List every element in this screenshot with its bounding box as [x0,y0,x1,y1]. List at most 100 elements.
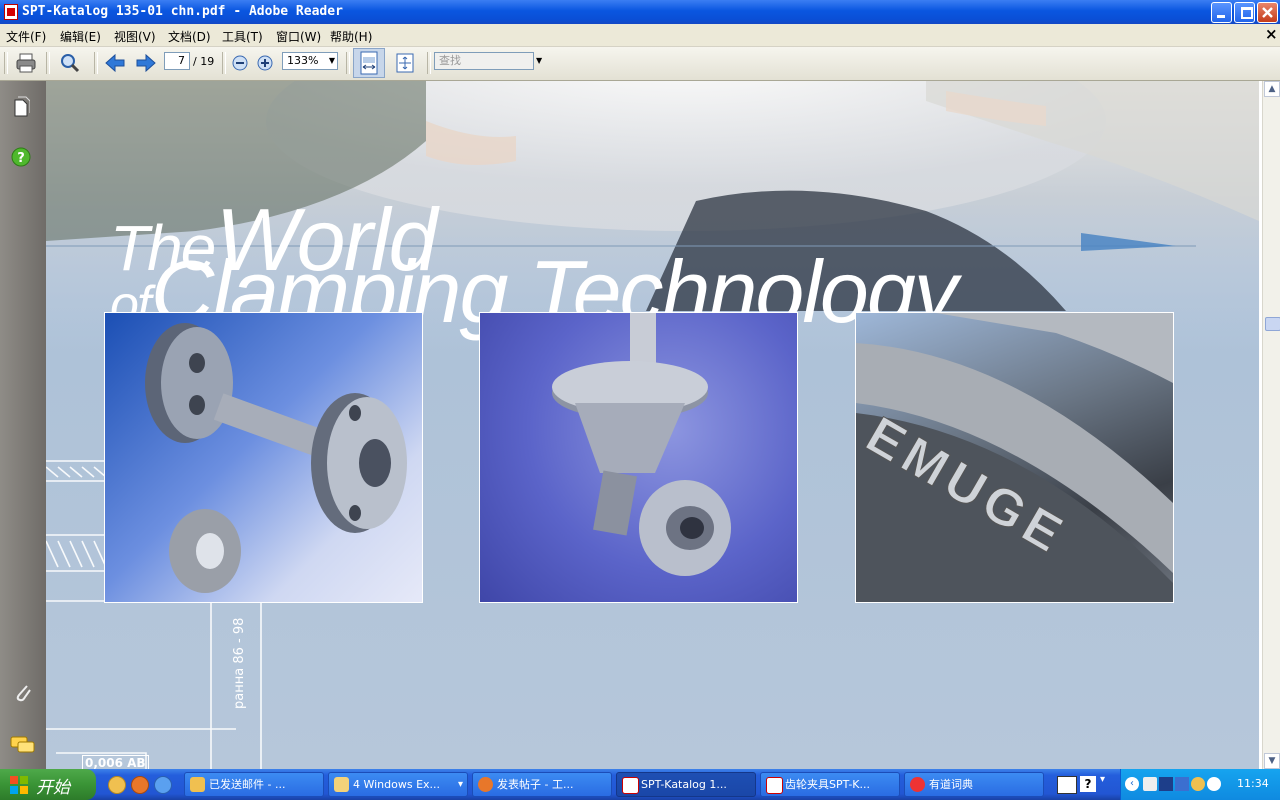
menu-file[interactable]: 文件(F) [6,28,46,45]
ime-options-icon[interactable]: ▾ [1100,774,1116,794]
fit-width-icon [360,51,378,75]
display-icon[interactable] [1175,777,1189,791]
toolbar-grip [4,52,8,74]
fit-width-button[interactable] [353,48,385,78]
task-label: 已发送邮件 - ... [209,778,286,791]
task-label: SPT-Katalog 1... [641,778,727,791]
svg-text:?: ? [17,151,25,166]
tray-app-icon[interactable] [1143,777,1157,791]
system-tray: ‹ 11:34 [1120,769,1280,800]
previous-page-button[interactable] [103,51,127,75]
menu-document[interactable]: 文档(D) [168,28,211,45]
mandrel-image [145,323,407,593]
toolbar-separator [346,52,350,74]
menu-tools[interactable]: 工具(T) [222,28,263,45]
clock[interactable]: 11:34 [1237,777,1269,790]
mail-icon [190,777,205,792]
start-button[interactable]: 开始 [0,769,96,800]
fit-page-icon [396,53,414,73]
minimize-button[interactable] [1211,2,1232,23]
group-chevron-icon: ▾ [457,779,463,790]
toolbar-separator [222,52,226,74]
toolbar-separator [427,52,431,74]
vertical-scrollbar[interactable]: ▲ ▼ [1262,81,1280,769]
keyboard-icon[interactable] [1057,776,1077,794]
pages-icon [14,96,31,117]
task-label: 发表帖子 - 工... [497,778,574,791]
scroll-thumb[interactable] [1265,317,1280,331]
taskbar: 开始 已发送邮件 - ... 4 Windows Ex... ▾ 发表帖子 - 工… [0,769,1280,800]
dictionary-icon [910,777,925,792]
show-hidden-icons-chevron-icon[interactable]: ‹ [1125,777,1139,791]
product-photo-chuck [479,312,798,603]
restore-button[interactable] [1234,2,1255,23]
zoom-out-button[interactable] [230,53,250,73]
task-label: 齿轮夹具SPT-K... [785,778,870,791]
quicklaunch-mail-icon[interactable] [108,776,126,794]
quicklaunch-ie-icon[interactable] [154,776,172,794]
arrow-right-icon [136,53,156,73]
pdf-icon [622,777,639,794]
find-options-chevron-icon[interactable]: ▼ [536,56,542,65]
task-sent-mail[interactable]: 已发送邮件 - ... [184,772,324,797]
product-photo-engraved-part: EMUGE [855,312,1174,603]
document-view[interactable]: The World of Clamping Technology EMUGE р… [46,81,1259,769]
menu-help[interactable]: 帮助(H) [330,28,372,45]
print-button[interactable] [14,51,38,75]
search-web-button[interactable] [58,51,82,75]
minimize-icon [1217,15,1225,18]
toolbar-separator [46,52,50,74]
dictionary-tray-icon[interactable] [1207,777,1221,791]
find-input[interactable]: 查找 [434,52,534,70]
close-icon [1262,7,1273,18]
product-photo-mandrel [104,312,423,603]
task-windows-explorer-group[interactable]: 4 Windows Ex... ▾ [328,772,468,797]
zoom-in-icon [257,55,273,71]
zoom-value: 133% [287,54,319,67]
restore-icon [1241,7,1253,19]
help-button[interactable]: ? [11,147,31,167]
toolbar: 7 / 19 133% ▼ 查找 ▼ [0,47,1280,81]
paperclip-icon [16,685,31,702]
document-close-icon[interactable]: × [1265,25,1278,43]
find-icon [61,54,80,73]
toolbar-separator [94,52,98,74]
zoom-out-icon [232,55,248,71]
task-label: 有道词典 [929,778,973,791]
scroll-up-button[interactable]: ▲ [1264,81,1280,97]
start-label: 开始 [36,778,70,798]
help-tray-icon[interactable]: ? [1080,776,1096,792]
menu-edit[interactable]: 编辑(E) [60,28,101,45]
next-page-button[interactable] [134,51,158,75]
comments-button[interactable] [10,735,36,755]
zoom-in-button[interactable] [255,53,275,73]
attachments-button[interactable] [12,681,34,703]
zoom-select[interactable]: 133% ▼ [282,52,338,70]
full-page-button[interactable] [393,51,417,75]
menu-view[interactable]: 视图(V) [114,28,156,45]
task-spt-katalog[interactable]: SPT-Katalog 1... [616,772,756,797]
menu-bar: 文件(F) 编辑(E) 视图(V) 文档(D) 工具(T) 窗口(W) 帮助(H… [0,24,1280,47]
drawing-dimension-label: ранна 86 - 98 [232,617,247,709]
window-title: SPT-Katalog 135-01 chn.pdf - Adobe Reade… [22,4,343,19]
task-post-thread[interactable]: 发表帖子 - 工... [472,772,612,797]
chuck-image [552,313,731,576]
folder-icon [334,777,349,792]
firefox-icon [478,777,493,792]
pages-panel-button[interactable] [12,95,31,117]
title-bar[interactable]: SPT-Katalog 135-01 chn.pdf - Adobe Reade… [0,0,1280,24]
windows-logo-icon [10,776,28,794]
network-icon[interactable] [1159,777,1173,791]
quicklaunch-firefox-icon[interactable] [131,776,149,794]
close-button[interactable] [1257,2,1278,23]
menu-window[interactable]: 窗口(W) [276,28,321,45]
help-icon: ? [11,147,31,167]
task-gear-fixture[interactable]: 齿轮夹具SPT-K... [760,772,900,797]
task-label: 4 Windows Ex... [353,778,441,791]
page-number-input[interactable]: 7 [164,52,190,70]
task-youdao-dict[interactable]: 有道词典 [904,772,1044,797]
scroll-down-button[interactable]: ▼ [1264,753,1280,769]
printer-icon [16,53,36,73]
comments-icon [10,736,35,753]
messenger-icon[interactable] [1191,777,1205,791]
